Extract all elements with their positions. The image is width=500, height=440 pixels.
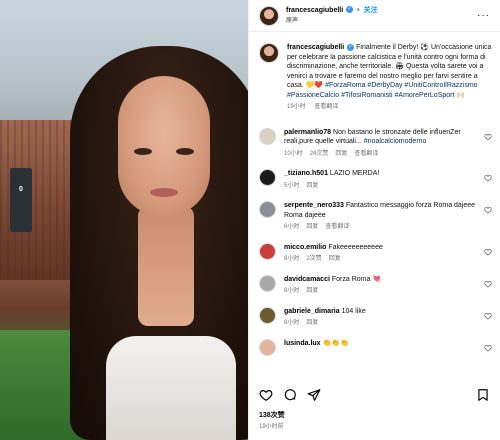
- comment-avatar[interactable]: [259, 306, 276, 324]
- comment-row: lusinda.lux 👏👏👏: [259, 334, 492, 361]
- likes-count[interactable]: 138次赞: [259, 410, 285, 420]
- comment-username[interactable]: _tiziano.h501: [284, 170, 328, 177]
- comment-username[interactable]: gabriele_dimaria: [284, 308, 340, 315]
- right-eye: [176, 148, 194, 155]
- caption-translate[interactable]: 查看翻译: [314, 104, 338, 110]
- comment-icon[interactable]: [283, 388, 297, 402]
- comment-username[interactable]: lusinda.lux: [284, 340, 321, 347]
- person-image: [70, 46, 248, 440]
- author-avatar[interactable]: [259, 5, 279, 26]
- face: [118, 76, 210, 216]
- left-eye: [134, 148, 152, 155]
- separator-dot: •: [357, 6, 360, 14]
- comment-time: 8小时: [284, 320, 300, 326]
- comment-time: 8小时: [284, 256, 300, 262]
- caption-time: 19小时: [287, 104, 306, 110]
- comment-likes[interactable]: 24次赞: [310, 151, 329, 157]
- comment-row: micco.emilio Fakeeeeeeeeeee 8小时 2次赞 回复: [259, 238, 492, 270]
- comment-username[interactable]: micco.emilio: [284, 244, 326, 251]
- comment-like-heart-icon[interactable]: [484, 206, 492, 214]
- comment-text: 👏👏👏: [322, 339, 349, 347]
- follow-button[interactable]: 关注: [364, 7, 378, 14]
- comment-time: 5小时: [284, 182, 300, 189]
- comment-like-heart-icon[interactable]: [484, 248, 492, 256]
- scoreboard-score: 0: [19, 186, 23, 193]
- comment-like-heart-icon[interactable]: [484, 344, 492, 352]
- audio-label[interactable]: 原声: [286, 16, 378, 26]
- caption: francescagiubelli ✓ Finalmente il Derby!…: [259, 36, 492, 123]
- caption-username[interactable]: francescagiubelli: [287, 44, 344, 51]
- comment-avatar[interactable]: [259, 274, 276, 292]
- comment-avatar[interactable]: [259, 201, 276, 218]
- lips: [150, 188, 178, 197]
- comment-reply-button[interactable]: 回复: [335, 151, 347, 157]
- verified-icon: ✓: [346, 6, 354, 14]
- comments-list[interactable]: francescagiubelli ✓ Finalmente il Derby!…: [249, 36, 500, 381]
- comment-reply-button[interactable]: 回复: [306, 320, 318, 326]
- comment-row: palermanlio78 Non bastano le stronzate d…: [259, 123, 492, 165]
- comment-text: Fakeeeeeeeeeee: [328, 243, 383, 251]
- share-icon[interactable]: [307, 388, 321, 402]
- comment-username[interactable]: palermanlio78: [284, 129, 331, 136]
- comment-likes[interactable]: 2次赞: [306, 256, 321, 262]
- author-username[interactable]: francescagiubelli: [286, 7, 343, 14]
- save-bookmark-icon[interactable]: [476, 388, 490, 402]
- post-media[interactable]: 0: [0, 0, 248, 440]
- comment-time: 6小时: [284, 224, 300, 230]
- comment-row: _tiziano.h501 LAZIO MERDA! 5小时 回复: [259, 164, 492, 196]
- comment-avatar[interactable]: [259, 242, 276, 260]
- caption-avatar[interactable]: [259, 43, 279, 63]
- action-bar: [259, 386, 490, 404]
- comment-avatar[interactable]: [259, 127, 276, 145]
- stadium-scoreboard: 0: [10, 168, 32, 232]
- post-time: 19小时前: [259, 424, 284, 430]
- shirt: [106, 336, 236, 440]
- comment-text: Forza Roma 💘: [331, 275, 382, 283]
- comment-hashtag[interactable]: #noalcalciomoderno: [364, 138, 427, 145]
- neck: [138, 206, 194, 326]
- comment-row: serpente_nero333 Fantastico messaggio fo…: [259, 196, 492, 238]
- comment-time: 8小时: [284, 288, 300, 294]
- comment-reply-button[interactable]: 回复: [306, 224, 318, 230]
- comment-avatar[interactable]: [259, 169, 276, 186]
- comment-like-heart-icon[interactable]: [484, 280, 492, 288]
- comment-row: davidcamacci Forza Roma 💘 8小时 回复: [259, 270, 492, 302]
- comment-reply-button[interactable]: 回复: [306, 288, 318, 294]
- comment-row: gabriele_dimaria 104 like 8小时 回复: [259, 302, 492, 334]
- more-options-icon[interactable]: ···: [477, 10, 490, 21]
- comment-reply-button[interactable]: 回复: [329, 256, 341, 262]
- post-header: francescagiubelli ✓ • 关注 原声 ···: [249, 0, 500, 32]
- comment-like-heart-icon[interactable]: [484, 133, 492, 141]
- comment-like-heart-icon[interactable]: [484, 174, 492, 182]
- comment-translate[interactable]: 查看翻译: [325, 224, 349, 230]
- comment-like-heart-icon[interactable]: [484, 312, 492, 320]
- comment-text: LAZIO MERDA!: [329, 170, 380, 177]
- heart-icon[interactable]: [259, 388, 273, 402]
- verified-icon: ✓: [347, 43, 355, 51]
- comment-text: 104 like: [341, 307, 366, 315]
- comment-avatar[interactable]: [259, 338, 276, 356]
- post-panel: francescagiubelli ✓ • 关注 原声 ··· francesc…: [248, 0, 500, 440]
- comment-username[interactable]: serpente_nero333: [284, 202, 344, 209]
- comment-time: 10小时: [284, 150, 303, 157]
- comment-reply-button[interactable]: 回复: [306, 183, 318, 189]
- comment-translate[interactable]: 查看翻译: [354, 151, 378, 157]
- comment-username[interactable]: davidcamacci: [284, 276, 330, 283]
